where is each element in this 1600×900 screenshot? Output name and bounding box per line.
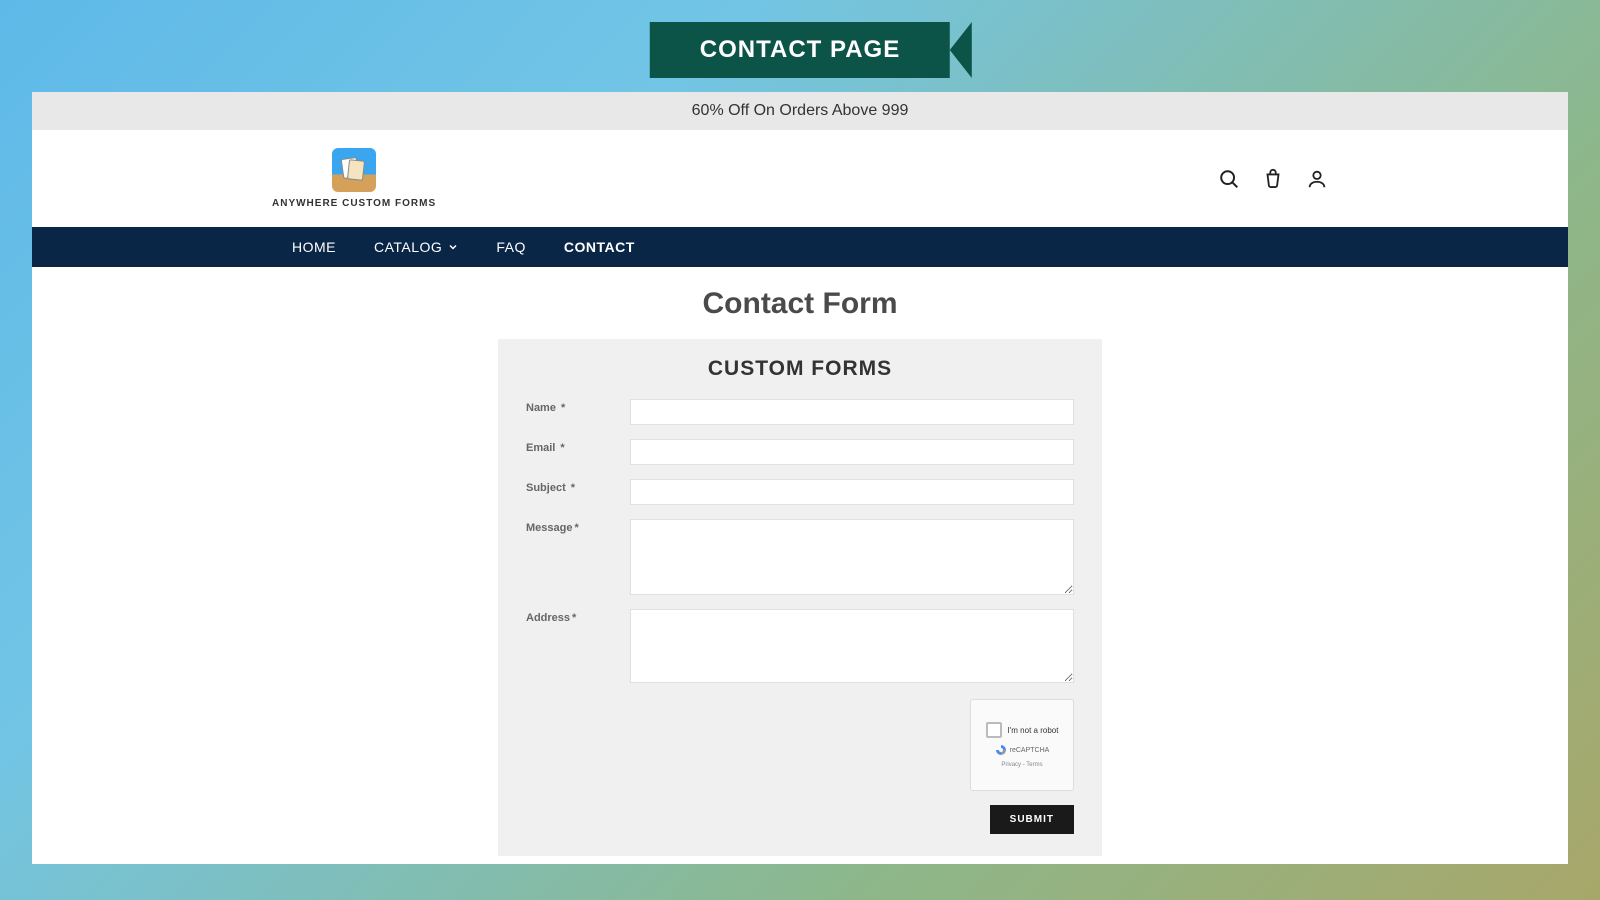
label-name: Name * xyxy=(526,399,630,414)
submit-button[interactable]: SUBMIT xyxy=(990,805,1074,834)
page-frame: 60% Off On Orders Above 999 ANYWHERE CUS… xyxy=(32,92,1568,864)
nav-label: HOME xyxy=(292,239,336,255)
label-address: Address* xyxy=(526,609,630,624)
subject-input[interactable] xyxy=(630,479,1074,505)
nav-label: FAQ xyxy=(496,239,526,255)
main-nav: HOME CATALOG FAQ CONTACT xyxy=(32,227,1568,267)
search-icon[interactable] xyxy=(1218,168,1240,190)
email-input[interactable] xyxy=(630,439,1074,465)
nav-label: CONTACT xyxy=(564,239,635,255)
content-area: Contact Form CUSTOM FORMS Name * Email * xyxy=(32,267,1568,856)
submit-row: SUBMIT xyxy=(526,805,1074,834)
banner-title: CONTACT PAGE xyxy=(700,36,900,63)
label-email: Email * xyxy=(526,439,630,454)
promo-text: 60% Off On Orders Above 999 xyxy=(692,102,909,119)
nav-home[interactable]: HOME xyxy=(292,239,336,255)
form-row-subject: Subject * xyxy=(526,479,1074,505)
chevron-down-icon xyxy=(448,242,458,252)
recaptcha-brand: reCAPTCHA xyxy=(995,744,1050,756)
site-header: ANYWHERE CUSTOM FORMS xyxy=(32,130,1568,227)
nav-contact[interactable]: CONTACT xyxy=(564,239,635,255)
promo-bar: 60% Off On Orders Above 999 xyxy=(32,92,1568,130)
label-message: Message* xyxy=(526,519,630,534)
nav-label: CATALOG xyxy=(374,239,442,255)
form-row-message: Message* xyxy=(526,519,1074,595)
recaptcha-row: I'm not a robot reCAPTCHA Privacy - Term… xyxy=(526,699,1074,791)
form-row-name: Name * xyxy=(526,399,1074,425)
message-textarea[interactable] xyxy=(630,519,1074,595)
recaptcha-links[interactable]: Privacy - Terms xyxy=(1001,762,1042,768)
recaptcha-checkbox[interactable] xyxy=(986,722,1002,738)
cart-icon[interactable] xyxy=(1262,168,1284,190)
form-heading: CUSTOM FORMS xyxy=(526,357,1074,381)
form-row-address: Address* xyxy=(526,609,1074,683)
label-subject: Subject * xyxy=(526,479,630,494)
logo-text: ANYWHERE CUSTOM FORMS xyxy=(272,198,436,209)
name-input[interactable] xyxy=(630,399,1074,425)
page-banner: CONTACT PAGE xyxy=(650,22,950,78)
account-icon[interactable] xyxy=(1306,168,1328,190)
recaptcha-widget[interactable]: I'm not a robot reCAPTCHA Privacy - Term… xyxy=(970,699,1074,791)
contact-form-card: CUSTOM FORMS Name * Email * Subject * xyxy=(498,339,1102,856)
logo-icon xyxy=(332,148,376,192)
form-row-email: Email * xyxy=(526,439,1074,465)
address-textarea[interactable] xyxy=(630,609,1074,683)
nav-catalog[interactable]: CATALOG xyxy=(374,239,458,255)
recaptcha-text: I'm not a robot xyxy=(1008,726,1059,735)
nav-faq[interactable]: FAQ xyxy=(496,239,526,255)
recaptcha-icon xyxy=(995,744,1007,756)
page-title: Contact Form xyxy=(32,287,1568,321)
header-icons xyxy=(1218,168,1328,190)
logo[interactable]: ANYWHERE CUSTOM FORMS xyxy=(272,148,436,209)
